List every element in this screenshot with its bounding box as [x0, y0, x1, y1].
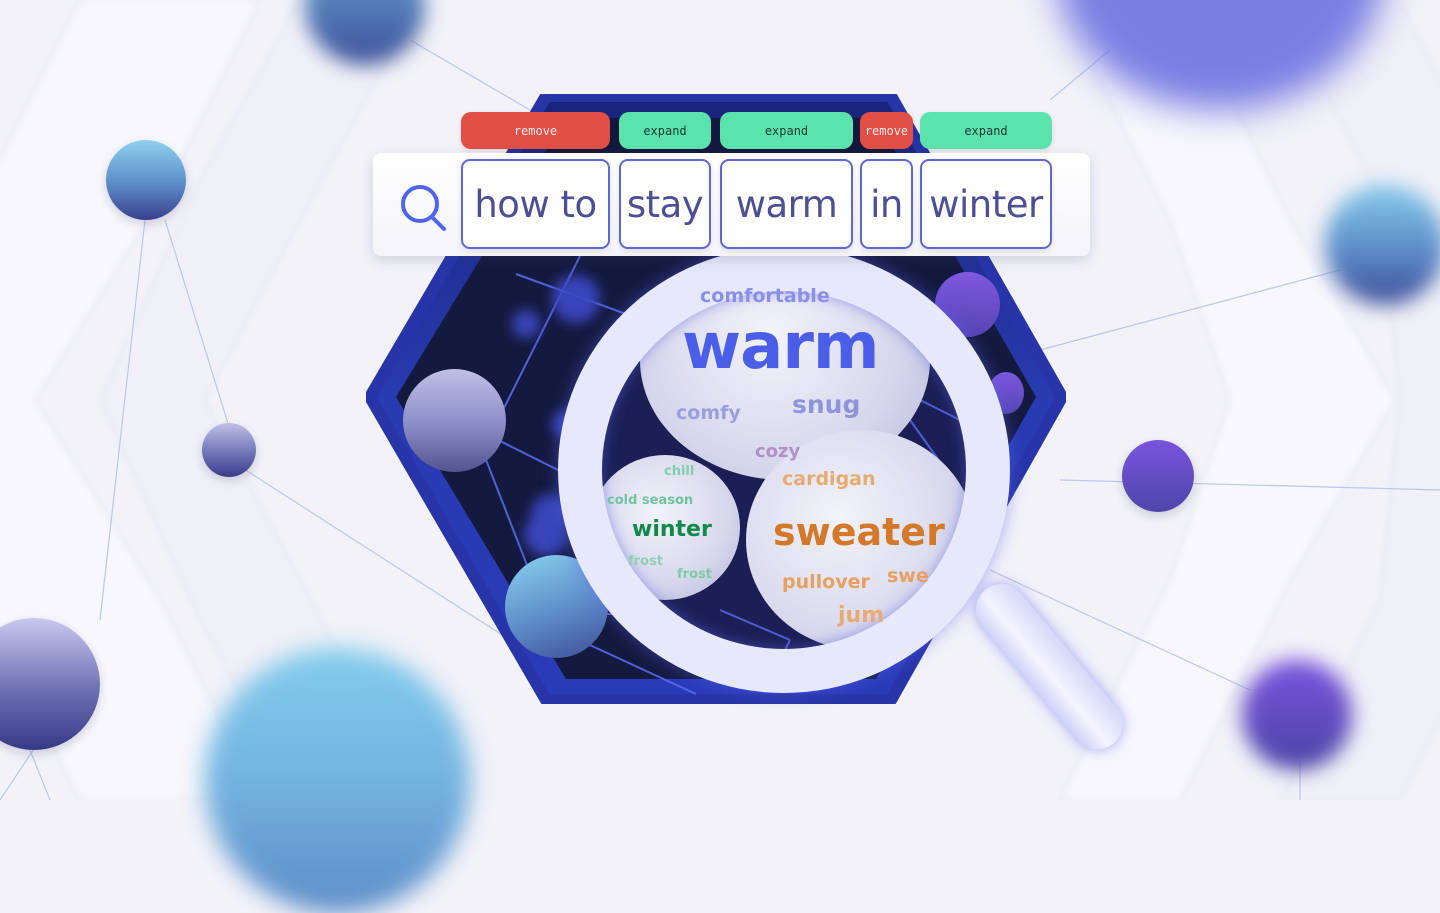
- cluster-word-comfortable: comfortable: [700, 285, 830, 307]
- sphere-decor: [1122, 440, 1194, 512]
- sphere-decor: [1325, 185, 1440, 305]
- cluster-word-frost: frost: [628, 554, 663, 569]
- query-token[interactable]: in: [860, 159, 913, 249]
- cluster-word-cardigan: cardigan: [782, 468, 876, 490]
- sphere-node: [403, 369, 506, 472]
- cluster-word-warm: warm: [682, 310, 880, 384]
- cluster-word-cozy: cozy: [755, 441, 801, 462]
- cluster-word-jum: jum: [838, 603, 885, 628]
- cluster-word-comfy: comfy: [676, 402, 741, 424]
- cluster-word-frost-2: frost: [677, 567, 712, 582]
- expand-button[interactable]: expand: [720, 112, 853, 149]
- cluster-word-swe: swe: [887, 565, 929, 587]
- cluster-word-cold-season: cold season: [607, 493, 694, 508]
- remove-button[interactable]: remove: [461, 112, 610, 149]
- cluster-word-winter: winter: [632, 517, 712, 542]
- cluster-word-chill: chill: [664, 464, 695, 479]
- query-token[interactable]: stay: [619, 159, 711, 249]
- sphere-node: [505, 555, 608, 658]
- expand-button[interactable]: expand: [619, 112, 711, 149]
- cluster-word-pullover: pullover: [782, 571, 870, 593]
- remove-button[interactable]: remove: [860, 112, 913, 149]
- query-token[interactable]: winter: [920, 159, 1052, 249]
- sphere-decor: [106, 140, 186, 220]
- query-token[interactable]: warm: [720, 159, 853, 249]
- expand-button[interactable]: expand: [920, 112, 1052, 149]
- sphere-node: [935, 272, 1000, 337]
- sphere-node: [988, 372, 1024, 414]
- sphere-decor: [202, 423, 256, 477]
- sphere-node: [925, 440, 970, 500]
- query-token[interactable]: how to: [461, 159, 610, 249]
- cluster-word-sweater: sweater: [773, 510, 945, 554]
- sphere-decor: [1242, 660, 1352, 770]
- search-icon[interactable]: [398, 182, 450, 234]
- cluster-word-snug: snug: [792, 390, 861, 419]
